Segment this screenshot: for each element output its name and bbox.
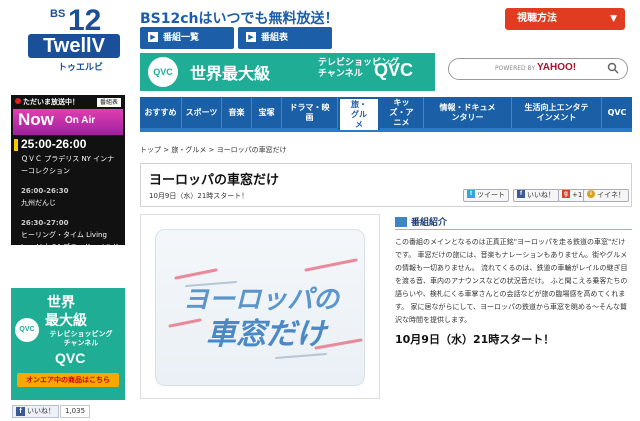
intro-heading-label: 番組紹介 (411, 218, 448, 228)
qvc-banner-brand: QVC (374, 60, 414, 80)
qvc-side-line3: テレビショッピング チャンネル (41, 330, 121, 348)
facebook-like-label: いいね！ (27, 407, 55, 415)
tab-takarazuka[interactable]: 宝塚 (252, 97, 282, 128)
qvc-logo-icon: QVC (15, 318, 39, 342)
twitter-icon: t (467, 190, 475, 198)
slot-time: 26:00-26:30 (21, 187, 69, 195)
intro-airtime: 10月9日（水）21時スタート！ (395, 333, 555, 346)
live-dot-icon (15, 98, 21, 104)
facebook-share-label: いいね！ (527, 191, 555, 199)
slot-title: ＱＶＣ プラデリス NY インナーコレクション (21, 155, 115, 175)
program-lineup-button[interactable]: ▶ 番組一覧 (140, 27, 234, 49)
tagline-text: BS12chはいつでも (140, 11, 269, 27)
mixi-iine-label: イイネ！ (597, 191, 625, 199)
free-broadcast-tagline: BS12chはいつでも無料放送！ (140, 8, 339, 28)
tv-icon (395, 216, 407, 227)
tweet-button[interactable]: t ツイート (463, 189, 509, 202)
how-to-watch-button[interactable]: 視聴方法 ▼ (505, 8, 625, 30)
search-input[interactable]: POWERED BY YAHOO! (448, 58, 628, 80)
intro-description: この番組のメインとなるのは正真正銘"ヨーロッパを走る鉄道の車窓"だけです。 車窓… (395, 238, 628, 324)
program-lineup-label: 番組一覧 (163, 33, 200, 43)
on-air-label: On Air (65, 115, 96, 126)
tab-recommended[interactable]: おすすめ (140, 97, 182, 128)
tab-drama-movie[interactable]: ドラマ・映画 (282, 97, 338, 128)
logo-name: TwellV (28, 34, 120, 58)
qvc-side-brand: QVC (55, 350, 86, 366)
tweet-label: ツイート (477, 191, 505, 199)
qvc-banner-sub-2: チャンネル (318, 69, 363, 79)
qvc-side-line3b: チャンネル (63, 339, 99, 347)
category-nav: おすすめ スポーツ 音楽 宝塚 ドラマ・映画 旅・グルメ キッズ・アニメ 情報・… (140, 97, 632, 132)
qvc-side-line3a: テレビショッピング (49, 330, 113, 338)
slot-title: ヒーリング・タイム Living Jazz Vol. 84 ブラッド・メルドー (21, 231, 119, 263)
slot-title: 九州だんじ (21, 199, 56, 207)
mixi-iine-button[interactable]: i イイネ！ (583, 189, 629, 202)
program-start-date: 10月9日（水）21時スタート！ (149, 192, 249, 200)
live-label: ただいま放送中！ (23, 98, 79, 106)
qvc-side-line2: 最大級 (45, 313, 87, 329)
logo-bs: BS (50, 8, 66, 20)
logo-kana: トゥエルビ (58, 63, 104, 73)
qvc-logo-icon: QVC (148, 57, 178, 87)
schedule-button[interactable]: ▶ 番組表 (238, 27, 332, 49)
intro-divider (395, 229, 632, 230)
qvc-banner[interactable]: QVC 世界最大級 テレビショッピング チャンネル QVC (140, 53, 435, 91)
intro-heading: 番組紹介 (395, 215, 447, 228)
qvc-side-line1: 世界 (47, 295, 75, 311)
program-title-box: ヨーロッパの車窓だけ 10月9日（水）21時スタート！ t ツイート f いいね！ … (140, 163, 632, 207)
tab-lifestyle-entertainment[interactable]: 生活向上エンタテインメント (512, 97, 602, 128)
program-logo-card: ヨーロッパの 車窓だけ (155, 229, 365, 386)
arrow-right-icon: ▶ (246, 31, 256, 42)
google-plus-icon: g (562, 190, 570, 198)
search-powered-by: POWERED BY (495, 65, 536, 72)
slot-time: 25:00-26:00 (21, 137, 87, 151)
yahoo-logo: YAHOO! (537, 62, 577, 73)
facebook-share-button[interactable]: f いいね！ (513, 189, 559, 202)
search-icon[interactable] (607, 62, 619, 74)
slot-marker (14, 139, 18, 151)
tab-kids-anime[interactable]: キッズ・アニメ (380, 97, 424, 128)
tab-travel-gourmet[interactable]: 旅・グルメ (338, 97, 380, 130)
now-label: Now (18, 110, 54, 129)
tagline-free: 無料放送！ (268, 11, 339, 27)
tab-info-documentary[interactable]: 情報・ドキュメンタリー (424, 97, 512, 128)
qvc-onair-products-button[interactable]: オンエア中の商品はこちら (17, 373, 119, 387)
program-logo-line1: ヨーロッパの (183, 285, 341, 315)
program-image: ヨーロッパの 車窓だけ (140, 214, 380, 399)
breadcrumb[interactable]: トップ > 旅・グルメ > ヨーロッパの車窓だけ (140, 145, 287, 155)
page: BS 12 TwellV トゥエルビ BS12chはいつでも無料放送！ 視聴方法… (0, 0, 640, 421)
schedule-label: 番組表 (261, 33, 289, 43)
facebook-like-count: 1,035 (60, 405, 91, 418)
google-plus-label: +1 (572, 191, 583, 199)
tab-music[interactable]: 音楽 (222, 97, 252, 128)
schedule-badge[interactable]: 番組表 (96, 98, 121, 107)
program-logo-line2: 車窓だけ (206, 317, 329, 352)
qvc-side-banner[interactable]: QVC 世界 最大級 テレビショッピング チャンネル QVC オンエア中の商品は… (11, 288, 125, 400)
slot-time: 26:30-27:00 (21, 219, 69, 227)
logo-number: 12 (68, 4, 102, 37)
facebook-icon: f (517, 190, 525, 198)
now-on-air-banner: Now On Air (13, 109, 123, 135)
tab-qvc[interactable]: QVC (602, 97, 632, 128)
facebook-like-button[interactable]: f いいね！ (12, 405, 59, 418)
on-air-panel: ただいま放送中！ 番組表 Now On Air 25:00-26:00 ＱＶＣ … (11, 95, 125, 263)
program-logo-art: ヨーロッパの 車窓だけ (168, 258, 363, 359)
tab-sports[interactable]: スポーツ (182, 97, 222, 128)
mixi-icon: i (587, 190, 595, 198)
chevron-down-icon: ▼ (610, 14, 617, 24)
facebook-icon: f (16, 407, 25, 416)
arrow-right-icon: ▶ (148, 31, 158, 42)
how-to-watch-label: 視聴方法 (517, 13, 557, 24)
qvc-banner-headline: 世界最大級 (190, 64, 271, 83)
bs12-logo[interactable]: BS 12 TwellV トゥエルビ (24, 4, 124, 78)
page-title: ヨーロッパの車窓だけ (149, 173, 280, 188)
